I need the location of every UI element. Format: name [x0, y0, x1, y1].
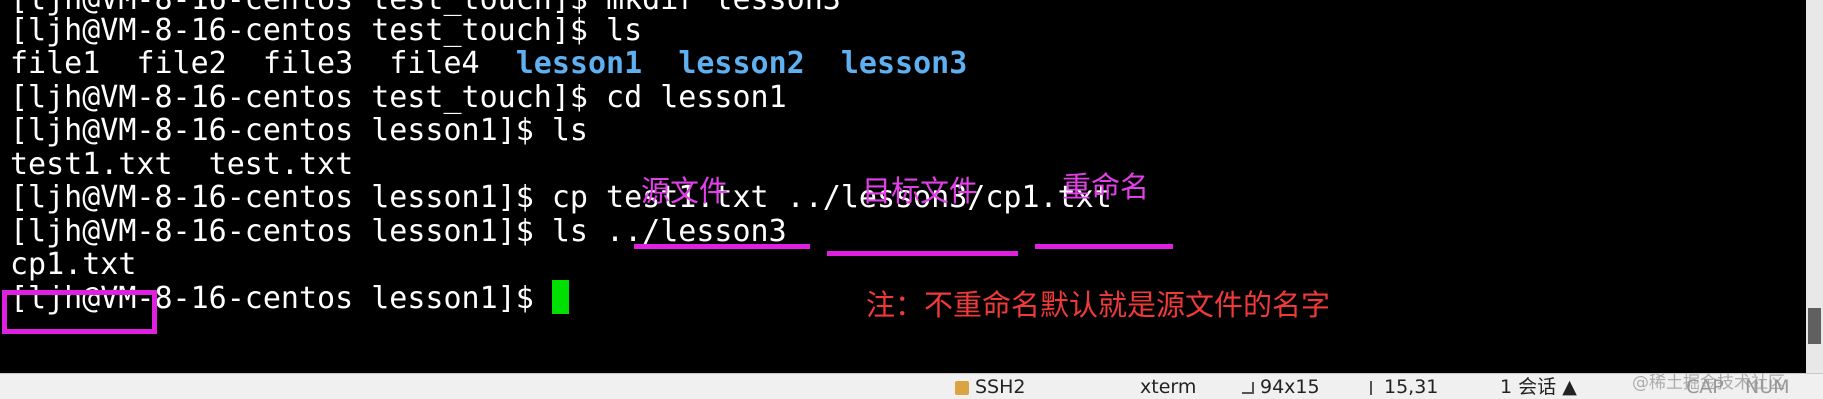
source-file-underline	[634, 244, 810, 249]
file-name: file2	[136, 46, 227, 81]
cp1-highlight-box	[2, 290, 157, 334]
status-position-text: 15,31	[1384, 376, 1439, 398]
directory-name: lesson1	[515, 46, 643, 81]
status-terminal-type: xterm	[1140, 376, 1197, 398]
note-annotation: 注：不重命名默认就是源文件的名字	[866, 288, 1331, 322]
terminal-line-ls-lesson3-output: cp1.txt	[10, 247, 137, 282]
lock-icon	[955, 380, 969, 395]
rename-underline	[1035, 244, 1173, 249]
source-file-label: 源文件	[641, 174, 729, 208]
target-file-underline	[827, 251, 1018, 256]
status-size-text: 94x15	[1260, 376, 1320, 398]
vertical-scrollbar[interactable]	[1806, 0, 1823, 373]
terminal-line-ls-output: file1 file2 file3 file4 lesson1 lesson2 …	[10, 45, 967, 83]
resize-icon	[1242, 381, 1254, 394]
directory-name: lesson2	[678, 46, 805, 81]
status-position: 15,31	[1370, 375, 1438, 399]
file-name: file4	[389, 46, 480, 81]
terminal-window: [ljh@VM-8-16-centos test_touch]$ mkdir l…	[0, 0, 1823, 399]
terminal-cursor	[551, 279, 569, 314]
status-connection-text: SSH2	[975, 376, 1026, 398]
target-file-label: 目标文件	[862, 174, 979, 208]
chevron-up-icon: ▲	[1562, 376, 1577, 398]
file-name: file3	[262, 46, 354, 81]
status-sessions-text: 1 会话	[1500, 376, 1557, 398]
status-size: 94x15	[1242, 375, 1320, 399]
status-connection: SSH2	[955, 375, 1026, 399]
terminal-line-ls-lesson1: [ljh@VM-8-16-centos lesson1]$ ls	[10, 113, 588, 148]
watermark: @稀土掘金技术社区	[1632, 373, 1785, 393]
directory-name: lesson3	[840, 46, 968, 81]
status-sessions[interactable]: 1 会话 ▲	[1500, 375, 1577, 399]
scrollbar-thumb[interactable]	[1808, 308, 1821, 344]
cursor-position-icon	[1370, 380, 1378, 395]
rename-label: 重命名	[1062, 170, 1150, 204]
status-bar: SSH2 xterm 94x15 15,31 1 会话 ▲ CAP NUM	[0, 373, 1823, 399]
file-name: file1	[10, 46, 101, 81]
